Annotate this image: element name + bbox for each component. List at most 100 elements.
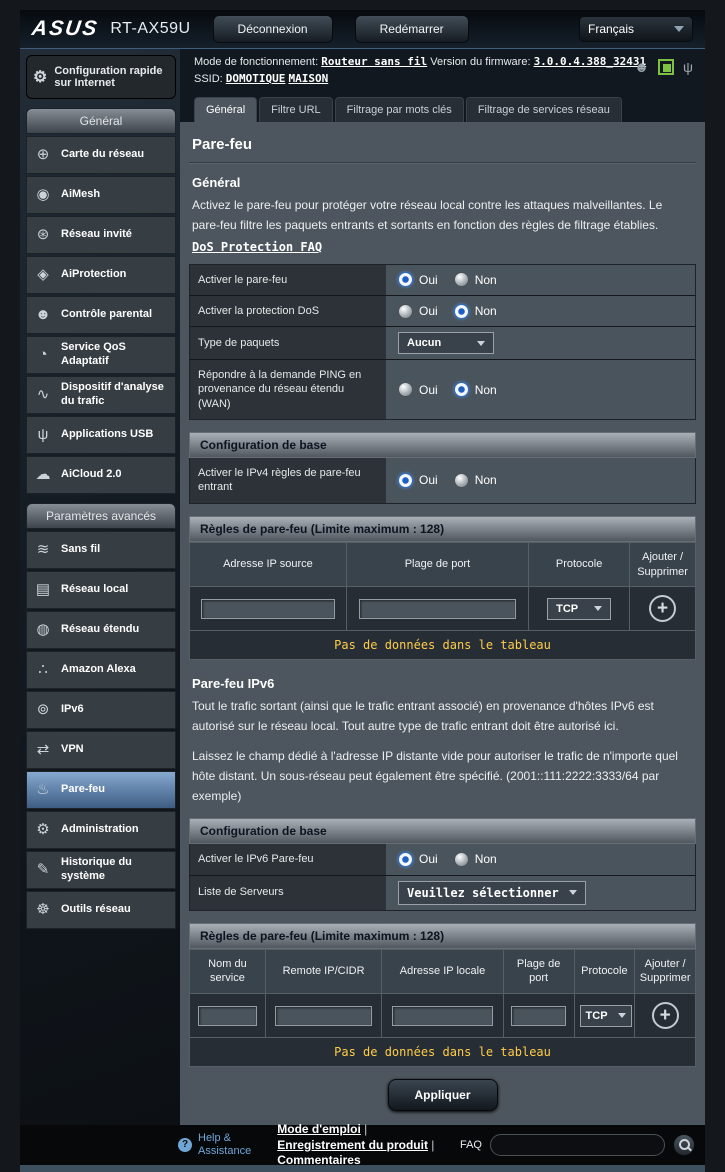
dos-yes-radio[interactable] <box>398 304 413 319</box>
alexa-icon: ∴ <box>33 661 53 680</box>
sidebar-item-firewall[interactable]: ♨Pare-feu <box>26 771 176 809</box>
sidebar-section-general: Général <box>26 108 176 134</box>
row-packet-type: Type de paquets Aucun <box>190 327 695 360</box>
dos-no-radio[interactable] <box>454 304 469 319</box>
sidebar-item-traffic-analyzer[interactable]: ∿Dispositif d'analyse du trafic <box>26 376 176 414</box>
people-icon: ☻ <box>33 306 53 325</box>
footer-links: Mode d'emploi | Enregistrement du produi… <box>277 1122 446 1169</box>
quick-setup-icon: ⚙ <box>33 67 47 87</box>
firewall-no-radio[interactable] <box>454 272 469 287</box>
col-remote-ip: Remote IP/CIDR <box>265 949 381 994</box>
sidebar-item-lan[interactable]: ▤Réseau local <box>26 571 176 609</box>
ipv4-inbound-label: Activer le IPv4 règles de pare-feu entra… <box>190 458 386 503</box>
ssid-link-2[interactable]: MAISON <box>288 72 328 85</box>
usb-status-icon[interactable]: ψ <box>683 59 693 75</box>
help-icon: ? <box>178 1138 192 1152</box>
col-local-ip: Adresse IP locale <box>382 949 503 994</box>
faq-search-input[interactable] <box>490 1134 665 1156</box>
manual-link[interactable]: Mode d'emploi <box>277 1122 361 1136</box>
logout-button[interactable]: Déconnexion <box>213 15 333 43</box>
firmware-version-link[interactable]: 3.0.0.4.388_32431 <box>534 55 647 68</box>
ping-no-radio[interactable] <box>454 382 469 397</box>
dos-faq-link[interactable]: DoS Protection FAQ <box>192 240 322 254</box>
local-ip-input[interactable] <box>392 1006 494 1026</box>
ipv6-add-rule-button[interactable]: + <box>652 1002 679 1029</box>
ipv6-port-range-input[interactable] <box>511 1006 566 1026</box>
operation-mode-link[interactable]: Routeur sans fil <box>321 55 427 68</box>
registration-link[interactable]: Enregistrement du produit <box>277 1138 428 1152</box>
tab-network-services-filter[interactable]: Filtrage de services réseau <box>466 97 622 122</box>
sidebar-item-aimesh[interactable]: ◉AiMesh <box>26 176 176 214</box>
sidebar-item-aicloud[interactable]: ☁AiCloud 2.0 <box>26 456 176 494</box>
footer: ? Help & Assistance Mode d'emploi | Enre… <box>20 1125 705 1165</box>
content-column: Mode de fonctionnement: Routeur sans fil… <box>180 49 705 1125</box>
sidebar-item-wireless[interactable]: ≋Sans fil <box>26 531 176 569</box>
col-port-range: Plage de port <box>346 542 528 587</box>
reboot-button[interactable]: Redémarrer <box>355 15 469 43</box>
service-name-input[interactable] <box>198 1006 258 1026</box>
ssid-link-1[interactable]: DOMOTIQUE <box>226 72 286 85</box>
ipv6-enable-label: Activer le IPv6 Pare-feu <box>190 844 386 874</box>
port-range-input[interactable] <box>359 599 516 619</box>
sidebar-item-wan[interactable]: ◍Réseau étendu <box>26 611 176 649</box>
firewall-yes-radio[interactable] <box>398 272 413 287</box>
ipv6-yes-radio[interactable] <box>398 852 413 867</box>
sidebar-item-guest-network[interactable]: ⊛Réseau invité <box>26 216 176 254</box>
info-bar: Mode de fonctionnement: Routeur sans fil… <box>180 49 705 91</box>
sidebar-item-adaptive-qos[interactable]: ◔Service QoS Adaptatif <box>26 336 176 374</box>
sidebar-item-administration[interactable]: ⚙Administration <box>26 811 176 849</box>
source-ip-input[interactable] <box>201 599 335 619</box>
apply-button[interactable]: Appliquer <box>388 1079 498 1111</box>
gear-icon: ⚙ <box>33 821 53 840</box>
ipv6-description-2: Laissez le champ dédié à l'adresse IP di… <box>192 747 693 806</box>
tab-general[interactable]: Général <box>194 97 257 122</box>
ipv4-rules-table: Adresse IP source Plage de port Protocol… <box>189 542 696 661</box>
packet-type-select[interactable]: Aucun <box>398 332 494 354</box>
sidebar-item-usb-apps[interactable]: ψApplications USB <box>26 416 176 454</box>
language-selector[interactable]: Français <box>579 16 693 42</box>
ping-yes-radio[interactable] <box>398 382 413 397</box>
sidebar-item-aiprotection[interactable]: ◈AiProtection <box>26 256 176 294</box>
sidebar-item-system-log[interactable]: ✎Historique du système <box>26 851 176 889</box>
clients-icon[interactable]: ☻ <box>634 59 649 75</box>
tab-url-filter[interactable]: Filtre URL <box>259 97 333 122</box>
server-list-select[interactable]: Veuillez sélectionner <box>398 881 586 905</box>
wifi-icon: ≋ <box>33 541 53 560</box>
log-icon: ✎ <box>33 861 53 880</box>
search-icon[interactable] <box>673 1134 695 1156</box>
quick-setup-button[interactable]: ⚙ Configuration rapide sur Internet <box>26 55 176 99</box>
ipv4-inbound-no-radio[interactable] <box>454 473 469 488</box>
page-title: Pare-feu <box>189 126 696 163</box>
ipv6-protocol-select[interactable]: TCP <box>580 1005 632 1027</box>
help-assistance-link[interactable]: ? Help & Assistance <box>178 1132 263 1160</box>
col-service-name: Nom du service <box>190 949 266 994</box>
ipv4-add-rule-button[interactable]: + <box>649 595 676 622</box>
wired-network-icon[interactable] <box>658 59 674 75</box>
server-list-label: Liste de Serveurs <box>190 876 386 910</box>
sidebar-item-network-map[interactable]: ⊕Carte du réseau <box>26 136 176 174</box>
sidebar-item-network-tools[interactable]: ☸Outils réseau <box>26 891 176 929</box>
col-protocol: Protocole <box>574 949 635 994</box>
sidebar-item-alexa[interactable]: ∴Amazon Alexa <box>26 651 176 689</box>
tab-keyword-filter[interactable]: Filtrage par mots clés <box>335 97 464 122</box>
ipv4-inbound-yes-radio[interactable] <box>398 473 413 488</box>
guest-network-icon: ⊛ <box>33 226 53 245</box>
sidebar: ⚙ Configuration rapide sur Internet Géné… <box>20 49 180 1125</box>
col-port-range: Plage de port <box>503 949 574 994</box>
remote-ip-input[interactable] <box>275 1006 372 1026</box>
asus-logo: ASUS <box>30 17 100 41</box>
ipv6-no-radio[interactable] <box>454 852 469 867</box>
general-description: Activez le pare-feu pour protéger votre … <box>192 196 693 236</box>
ipv4-protocol-select[interactable]: TCP <box>547 598 611 620</box>
sidebar-item-ipv6[interactable]: ⊚IPv6 <box>26 691 176 729</box>
col-source-ip: Adresse IP source <box>190 542 347 587</box>
ipv6-no-data-message: Pas de données dans le tableau <box>190 1038 696 1067</box>
ipv6-heading: Pare-feu IPv6 <box>192 676 693 691</box>
globe-icon: ◍ <box>33 621 53 640</box>
main-content: Pare-feu Général Activez le pare-feu pou… <box>180 122 705 1125</box>
ipv4-basic-config-header: Configuration de base <box>189 432 696 458</box>
general-form: Activer le pare-feu Oui Non Activer la p… <box>189 264 696 420</box>
sidebar-item-parental-control[interactable]: ☻Contrôle parental <box>26 296 176 334</box>
sidebar-item-vpn[interactable]: ⇄VPN <box>26 731 176 769</box>
sidebar-section-advanced: Paramètres avancés <box>26 503 176 529</box>
